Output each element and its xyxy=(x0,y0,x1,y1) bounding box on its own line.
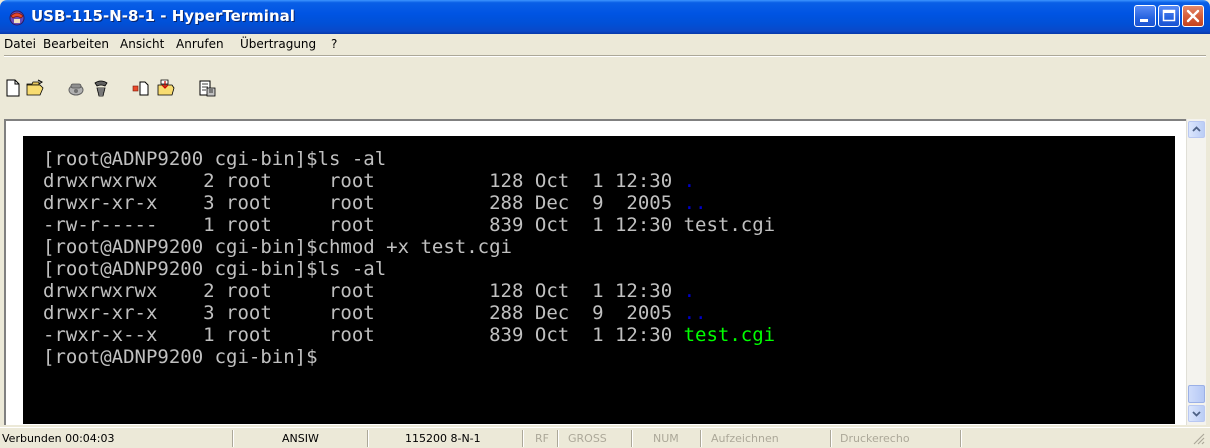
status-divider xyxy=(232,430,234,447)
scroll-down-icon xyxy=(1192,411,1201,417)
menu-separator-highlight xyxy=(4,56,1206,57)
terminal-line: [root@ADNP9200 cgi-bin]$ xyxy=(43,348,318,367)
status-divider xyxy=(830,430,832,447)
status-divider xyxy=(367,430,369,447)
status-num: NUM xyxy=(653,432,679,445)
close-icon xyxy=(1186,9,1200,23)
menu-ansicht[interactable]: Ansicht xyxy=(120,37,164,51)
close-button[interactable] xyxy=(1182,5,1204,27)
hyperterminal-window: USB-115-N-8-1 - HyperTerminal Datei Bear… xyxy=(0,0,1210,448)
terminal-screen[interactable]: [root@ADNP9200 cgi-bin]$ls -al drwxrwxrw… xyxy=(23,136,1175,424)
scroll-up-button[interactable] xyxy=(1188,121,1205,138)
maximize-icon xyxy=(1162,9,1176,22)
terminal-line: [root@ADNP9200 cgi-bin]$ls -al xyxy=(43,260,386,279)
minimize-icon xyxy=(1140,19,1148,22)
dir-name: . xyxy=(683,280,696,302)
status-port-settings: 115200 8-N-1 xyxy=(405,432,481,445)
line-text: -rwxr-x--x 1 root root 839 Oct 1 12:30 xyxy=(43,324,684,346)
menu-anrufen[interactable]: Anrufen xyxy=(176,37,224,51)
line-text: [root@ADNP9200 cgi-bin]$ls -al xyxy=(43,258,387,280)
menu-help[interactable]: ? xyxy=(331,37,337,51)
terminal-line: drwxr-xr-x 3 root root 288 Dec 9 2005 .. xyxy=(43,194,706,213)
terminal-line: drwxrwxrwx 2 root root 128 Oct 1 12:30 . xyxy=(43,282,695,301)
terminal-line: drwxrwxrwx 2 root root 128 Oct 1 12:30 . xyxy=(43,172,695,191)
menu-bar: Datei Bearbeiten Ansicht Anrufen Übertra… xyxy=(4,34,1206,54)
line-text: [root@ADNP9200 cgi-bin]$ls -al xyxy=(43,148,387,170)
line-text: [root@ADNP9200 cgi-bin]$ xyxy=(43,346,318,368)
maximize-button[interactable] xyxy=(1158,5,1180,27)
open-folder-icon[interactable] xyxy=(26,79,44,97)
title-bar[interactable]: USB-115-N-8-1 - HyperTerminal xyxy=(0,0,1210,34)
line-text: -rw-r----- 1 root root 839 Oct 1 12:30 t… xyxy=(43,214,776,236)
menu-datei[interactable]: Datei xyxy=(4,37,36,51)
line-text: drwxr-xr-x 3 root root 288 Dec 9 2005 xyxy=(43,302,684,324)
status-connected: Verbunden 00:04:03 xyxy=(2,432,115,445)
line-text: [root@ADNP9200 cgi-bin]$chmod +x test.cg… xyxy=(43,236,512,258)
status-rf: RF xyxy=(535,432,549,445)
hyperterminal-phone-icon[interactable] xyxy=(8,8,26,26)
terminal-line: drwxr-xr-x 3 root root 288 Dec 9 2005 .. xyxy=(43,304,706,323)
status-bar: Verbunden 00:04:03 ANSIW 115200 8-N-1 RF… xyxy=(0,427,1210,448)
status-divider xyxy=(557,430,559,447)
line-text: drwxr-xr-x 3 root root 288 Dec 9 2005 xyxy=(43,192,684,214)
menu-bearbeiten[interactable]: Bearbeiten xyxy=(43,37,109,51)
status-divider xyxy=(700,430,702,447)
receive-icon[interactable] xyxy=(157,79,175,97)
terminal-line: [root@ADNP9200 cgi-bin]$ls -al xyxy=(43,150,386,169)
status-gross: GROSS xyxy=(568,432,607,445)
scroll-down-button[interactable] xyxy=(1188,405,1205,422)
line-text: drwxrwxrwx 2 root root 128 Oct 1 12:30 xyxy=(43,280,684,302)
call-icon[interactable] xyxy=(67,79,85,97)
terminal-line: -rw-r----- 1 root root 839 Oct 1 12:30 t… xyxy=(43,216,775,235)
new-document-icon[interactable] xyxy=(4,79,22,97)
terminal-frame: [root@ADNP9200 cgi-bin]$ls -al drwxrwxrw… xyxy=(4,119,1206,425)
minimize-button[interactable] xyxy=(1134,5,1156,27)
toolbar xyxy=(4,58,1206,114)
window-title: USB-115-N-8-1 - HyperTerminal xyxy=(31,7,295,25)
resize-grip-icon[interactable] xyxy=(1192,432,1206,446)
send-icon[interactable] xyxy=(132,79,150,97)
dir-name: .. xyxy=(683,302,707,324)
status-emulation: ANSIW xyxy=(282,432,319,445)
dir-name: . xyxy=(683,170,696,192)
terminal-line: [root@ADNP9200 cgi-bin]$chmod +x test.cg… xyxy=(43,238,512,257)
status-record: Aufzeichnen xyxy=(711,432,779,445)
status-print-echo: Druckerecho xyxy=(840,432,910,445)
dir-name: .. xyxy=(683,192,707,214)
scroll-thumb[interactable] xyxy=(1188,385,1205,403)
menu-uebertragung[interactable]: Übertragung xyxy=(240,37,316,51)
properties-icon[interactable] xyxy=(198,79,216,97)
exec-file-name: test.cgi xyxy=(683,324,776,346)
status-divider xyxy=(631,430,633,447)
terminal-line: -rwxr-x--x 1 root root 839 Oct 1 12:30 t… xyxy=(43,326,775,345)
vertical-scrollbar[interactable] xyxy=(1186,119,1206,425)
scroll-up-icon xyxy=(1192,126,1201,132)
status-divider xyxy=(522,430,524,447)
status-divider xyxy=(960,430,962,447)
line-text: drwxrwxrwx 2 root root 128 Oct 1 12:30 xyxy=(43,170,684,192)
disconnect-icon[interactable] xyxy=(92,79,110,97)
